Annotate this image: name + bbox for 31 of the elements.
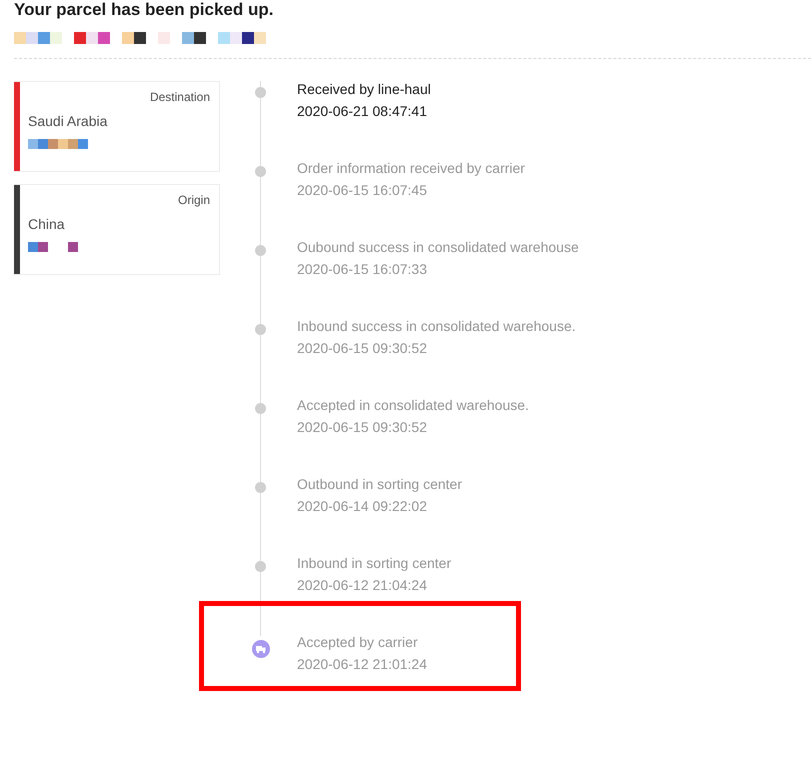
event-time: 2020-06-12 21:04:24 bbox=[297, 577, 428, 593]
event-time: 2020-06-21 08:47:41 bbox=[297, 103, 428, 119]
event-label: Received by line-haul bbox=[297, 81, 431, 97]
country-name: Saudi Arabia bbox=[28, 113, 108, 129]
status-title: Your parcel has been picked up. bbox=[13, 0, 274, 20]
event-time: 2020-06-12 21:01:24 bbox=[297, 656, 427, 672]
timeline-dot bbox=[255, 324, 266, 335]
event-label: Order information received by carrier bbox=[297, 160, 525, 176]
place-role: Destination bbox=[150, 90, 210, 104]
event-label: Accepted by carrier bbox=[297, 634, 419, 650]
event-label: Accepted in consolidated warehouse. bbox=[297, 397, 529, 413]
event-time: 2020-06-14 09:22:02 bbox=[297, 498, 428, 514]
truck-icon bbox=[252, 640, 270, 658]
event-time: 2020-06-15 16:07:45 bbox=[297, 182, 428, 198]
event-time: 2020-06-15 09:30:52 bbox=[297, 419, 428, 435]
timeline-dot bbox=[255, 403, 266, 414]
event-time: 2020-06-15 09:30:52 bbox=[297, 340, 428, 356]
event-label: Inbound in sorting center bbox=[297, 555, 452, 571]
event-time: 2020-06-15 16:07:33 bbox=[297, 261, 428, 277]
redacted-drawing bbox=[28, 139, 88, 149]
timeline-dot bbox=[255, 245, 266, 256]
event-label: Oubound success in consolidated warehouse bbox=[297, 239, 579, 255]
timeline-dot bbox=[255, 166, 266, 177]
redacted-drawing bbox=[28, 242, 78, 252]
event-label: Outbound in sorting center bbox=[297, 476, 462, 492]
place-role: Origin bbox=[178, 193, 210, 207]
event-label: Inbound success in consolidated warehouse. bbox=[297, 318, 576, 334]
country-name: China bbox=[28, 216, 66, 232]
timeline-dot bbox=[255, 87, 266, 98]
timeline-dot bbox=[255, 482, 266, 493]
timeline-dot bbox=[255, 561, 266, 572]
